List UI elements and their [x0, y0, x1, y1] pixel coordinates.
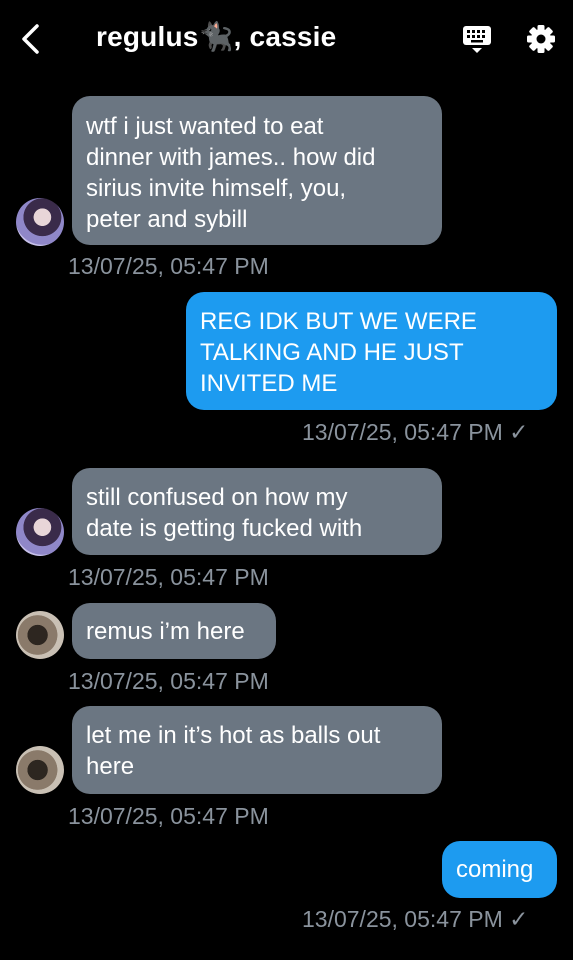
back-button[interactable] [16, 22, 46, 56]
message-timestamp: 13/07/25, 05:47 PM [68, 668, 269, 694]
message-timestamp: 13/07/25, 05:47 PM [68, 253, 269, 279]
message-bubble[interactable]: let me in it’s hot as balls out here [72, 706, 442, 794]
avatar[interactable] [16, 198, 64, 246]
message-timestamp: 13/07/25, 05:47 PM ✓ [302, 906, 529, 932]
message-bubble[interactable]: wtf i just wanted to eat dinner with jam… [72, 96, 442, 245]
message-bubble[interactable]: still confused on how my date is getting… [72, 468, 442, 555]
message-bubble[interactable]: remus i’m here [72, 603, 276, 659]
message-bubble[interactable]: REG IDK BUT WE WERE TALKING AND HE JUST … [186, 292, 557, 410]
chat-title: regulus🐈‍⬛, cassie [96, 21, 337, 52]
settings-button[interactable] [524, 22, 558, 56]
chat-header: regulus🐈‍⬛, cassie [0, 0, 573, 80]
avatar[interactable] [16, 508, 64, 556]
keyboard-icon [463, 26, 491, 53]
avatar[interactable] [16, 611, 64, 659]
message-timestamp: 13/07/25, 05:47 PM [68, 564, 269, 590]
keyboard-button[interactable] [460, 22, 494, 56]
message-timestamp: 13/07/25, 05:47 PM [68, 803, 269, 829]
avatar[interactable] [16, 746, 64, 794]
message-bubble[interactable]: coming [442, 841, 557, 898]
chevron-left-icon [22, 24, 39, 54]
message-timestamp: 13/07/25, 05:47 PM ✓ [302, 419, 529, 445]
gear-icon [527, 25, 555, 53]
